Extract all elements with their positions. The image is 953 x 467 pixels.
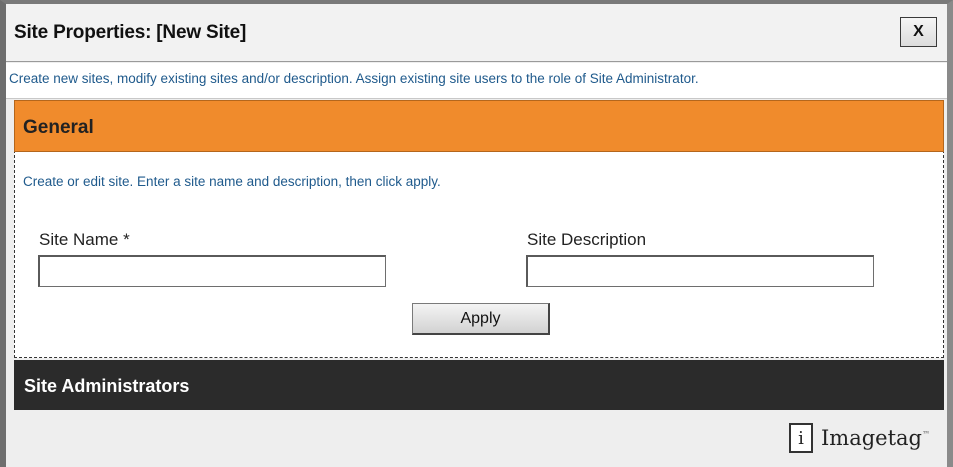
general-section-header: General bbox=[14, 100, 944, 152]
site-description-input[interactable] bbox=[526, 255, 874, 287]
close-button[interactable]: X bbox=[900, 17, 937, 47]
site-properties-dialog: Site Properties: [New Site] X Create new… bbox=[0, 0, 953, 467]
dialog-title: Site Properties: [New Site] bbox=[14, 22, 247, 43]
imagetag-logo: i Imagetag™ bbox=[788, 423, 930, 453]
info-icon: i bbox=[788, 423, 813, 453]
dialog-instructions: Create new sites, modify existing sites … bbox=[6, 63, 947, 99]
site-name-input[interactable] bbox=[38, 255, 386, 287]
site-name-label: Site Name * bbox=[39, 230, 130, 249]
brand-name: Imagetag™ bbox=[821, 426, 930, 450]
general-section-description: Create or edit site. Enter a site name a… bbox=[23, 174, 441, 189]
apply-button[interactable]: Apply bbox=[412, 303, 550, 335]
trademark-symbol: ™ bbox=[922, 430, 930, 439]
dialog-titlebar: Site Properties: [New Site] X bbox=[6, 4, 947, 62]
general-section-title: General bbox=[23, 117, 94, 138]
site-administrators-header[interactable]: Site Administrators bbox=[14, 360, 944, 410]
site-administrators-title: Site Administrators bbox=[24, 376, 190, 396]
general-section: General Create or edit site. Enter a sit… bbox=[14, 100, 944, 358]
dialog-footer: i Imagetag™ bbox=[14, 410, 944, 467]
brand-name-text: Imagetag bbox=[820, 426, 922, 450]
site-description-label: Site Description bbox=[527, 230, 647, 249]
